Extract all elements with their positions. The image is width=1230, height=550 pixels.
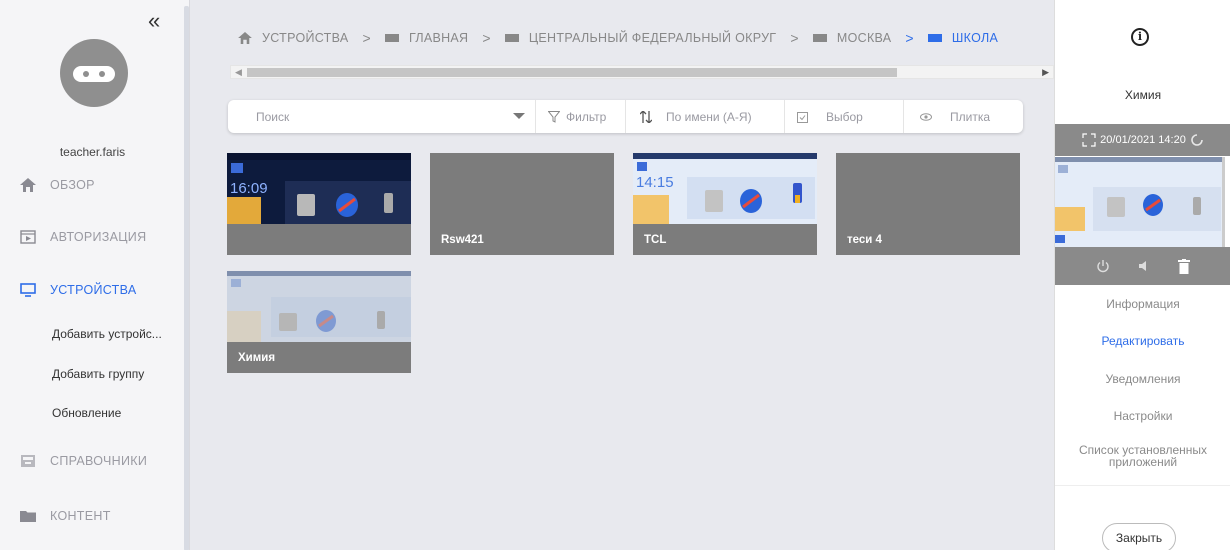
fullscreen-icon[interactable] — [1082, 133, 1096, 147]
panel-divider — [1055, 485, 1230, 486]
panel-status-bar: 20/01/2021 14:20 — [1055, 124, 1230, 156]
breadcrumb-district[interactable]: ЦЕНТРАЛЬНЫЙ ФЕДЕРАЛЬНЫЙ ОКРУГ — [504, 31, 777, 45]
dropdown-arrow-icon[interactable] — [513, 113, 525, 119]
refresh-icon[interactable] — [1190, 133, 1204, 147]
filter-label: Фильтр — [566, 109, 607, 124]
nav-item-references[interactable]: СПРАВОЧНИКИ — [20, 454, 147, 468]
close-button[interactable]: Закрыть — [1102, 523, 1176, 550]
tray-icon — [20, 454, 36, 468]
device-tile[interactable]: Rsw421 — [430, 153, 614, 255]
breadcrumb-devices[interactable]: УСТРОЙСТВА — [238, 31, 348, 45]
device-details-panel: i Химия 20/01/2021 14:20 Информация Реда… — [1054, 0, 1230, 550]
sort-label: По имени (А-Я) — [666, 109, 752, 124]
add-device-link[interactable]: Добавить устройс... — [52, 327, 162, 341]
view-mode-label: Плитка — [950, 109, 991, 124]
device-controls — [1055, 247, 1230, 285]
device-name: теси 4 — [847, 234, 882, 246]
search-input[interactable] — [256, 109, 496, 124]
nav-label: УСТРОЙСТВА — [50, 283, 137, 297]
device-screenshot: 14:15 — [633, 153, 817, 224]
folder-icon — [384, 34, 399, 42]
clipboard-check-icon — [797, 111, 808, 123]
breadcrumb-label: ЦЕНТРАЛЬНЫЙ ФЕДЕРАЛЬНЫЙ ОКРУГ — [528, 31, 777, 45]
breadcrumb-label: ГЛАВНАЯ — [408, 31, 469, 45]
sort-icon — [640, 110, 652, 123]
panel-scrollbar[interactable] — [1222, 157, 1225, 247]
nav-label: АВТОРИЗАЦИЯ — [50, 230, 147, 244]
scroll-right-icon[interactable]: ▶ — [1042, 67, 1049, 78]
device-tile[interactable]: теси 4 — [836, 153, 1020, 255]
chevron-right-icon: > — [790, 30, 799, 46]
folder-icon — [20, 509, 36, 523]
device-name: Rsw421 — [441, 234, 484, 246]
breadcrumb: УСТРОЙСТВА > ГЛАВНАЯ > ЦЕНТРАЛЬНЫЙ ФЕДЕР… — [238, 30, 998, 46]
toolbar: Фильтр По имени (А-Я) Выбор Плитка — [228, 100, 1023, 133]
sort-button[interactable]: По имени (А-Я) — [626, 100, 785, 133]
screen-clock: 16:09 — [230, 180, 268, 197]
nav-item-content[interactable]: КОНТЕНТ — [20, 509, 111, 523]
breadcrumb-main[interactable]: ГЛАВНАЯ — [384, 31, 469, 45]
folder-icon — [927, 34, 942, 42]
play-box-icon — [20, 230, 36, 244]
nav-label: ОБЗОР — [50, 178, 95, 192]
home-icon — [238, 32, 252, 44]
view-mode-button[interactable]: Плитка — [904, 100, 1022, 133]
sidebar: « teacher.faris ОБЗОР АВТОРИЗАЦИЯ УСТРОЙ… — [0, 0, 190, 550]
horizontal-scrollbar[interactable]: ◀ ▶ — [230, 65, 1054, 79]
trash-icon[interactable] — [1178, 258, 1190, 274]
nav-item-authorization[interactable]: АВТОРИЗАЦИЯ — [20, 230, 146, 244]
nav-label: КОНТЕНТ — [50, 509, 111, 523]
volume-mute-icon[interactable] — [1138, 259, 1150, 273]
scroll-left-icon[interactable]: ◀ — [235, 67, 242, 78]
main-area: УСТРОЙСТВА > ГЛАВНАЯ > ЦЕНТРАЛЬНЫЙ ФЕДЕР… — [190, 0, 1054, 550]
edit-link[interactable]: Редактировать — [1055, 334, 1230, 348]
screenshot-timestamp: 20/01/2021 14:20 — [1100, 134, 1186, 146]
settings-link[interactable]: Настройки — [1055, 409, 1230, 423]
username: teacher.faris — [59, 145, 126, 159]
nav-label: СПРАВОЧНИКИ — [50, 454, 148, 468]
nav-item-devices[interactable]: УСТРОЙСТВА — [20, 283, 136, 297]
folder-icon — [504, 34, 519, 42]
select-button[interactable]: Выбор — [785, 100, 904, 133]
notifications-link[interactable]: Уведомления — [1055, 372, 1230, 386]
device-screenshot — [227, 271, 411, 342]
breadcrumb-school[interactable]: ШКОЛА — [927, 31, 999, 45]
device-tile[interactable]: 16:09 — [227, 153, 411, 255]
device-tile[interactable]: 14:15 TCL — [633, 153, 817, 255]
update-link[interactable]: Обновление — [52, 406, 121, 420]
avatar — [60, 39, 128, 107]
breadcrumb-moscow[interactable]: МОСКВА — [812, 31, 892, 45]
info-icon[interactable]: i — [1131, 28, 1149, 46]
device-name: TCL — [644, 234, 667, 246]
installed-apps-link[interactable]: Список установленных приложений — [1055, 444, 1230, 468]
nav-item-overview[interactable]: ОБЗОР — [20, 178, 95, 192]
collapse-sidebar-icon[interactable]: « — [148, 10, 160, 32]
info-link[interactable]: Информация — [1055, 297, 1230, 311]
folder-icon — [812, 34, 827, 42]
chevron-right-icon: > — [482, 30, 491, 46]
eye-icon — [920, 112, 932, 121]
device-tile[interactable]: Химия — [227, 271, 411, 373]
power-icon[interactable] — [1096, 259, 1110, 273]
search-box[interactable] — [228, 100, 536, 133]
monitor-icon — [20, 283, 36, 297]
scrollbar-thumb[interactable] — [247, 68, 897, 77]
device-screenshot: 16:09 — [227, 153, 411, 224]
panel-device-name: Химия — [1124, 88, 1162, 102]
breadcrumb-label: УСТРОЙСТВА — [262, 31, 349, 45]
select-label: Выбор — [826, 109, 863, 124]
panel-screenshot[interactable] — [1055, 157, 1223, 247]
screen-clock: 14:15 — [636, 174, 674, 191]
filter-button[interactable]: Фильтр — [536, 100, 626, 133]
chevron-right-icon: > — [362, 30, 371, 46]
breadcrumb-label: МОСКВА — [836, 31, 892, 45]
sidebar-scrollbar[interactable] — [184, 6, 189, 550]
breadcrumb-label: ШКОЛА — [951, 31, 999, 45]
chevron-right-icon: > — [905, 30, 914, 46]
filter-icon — [548, 110, 560, 123]
home-icon — [20, 178, 36, 192]
device-name: Химия — [238, 352, 276, 364]
add-group-link[interactable]: Добавить группу — [52, 367, 144, 381]
